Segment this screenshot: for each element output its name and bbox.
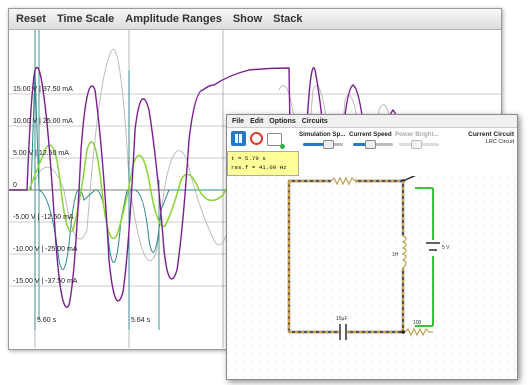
current-circuit-title: Current Circuit: [468, 131, 514, 138]
current-speed-label: Current Speed: [349, 131, 392, 138]
current-speed-thumb[interactable]: [365, 140, 376, 149]
time-label-564: 5.64 s: [131, 317, 151, 324]
inductor-label: 1H: [392, 252, 399, 258]
scale-label-15v: 15.00 V | 37.50 mA: [13, 86, 73, 93]
current-speed-slider[interactable]: Current Speed: [349, 131, 395, 149]
power-brightness-thumb[interactable]: [411, 140, 422, 149]
simulation-speed-thumb[interactable]: [323, 140, 334, 149]
scale-label-zero: 0: [13, 182, 17, 189]
battery-label: 5 V: [442, 245, 450, 251]
reset-button[interactable]: [249, 131, 264, 146]
circuit-simulator-window: File Edit Options Circuits Simulation Sp…: [226, 114, 518, 380]
circuit-canvas[interactable]: 10 5 V 1H: [227, 176, 517, 379]
resonant-frequency-readout: res.f = 41.09 Hz: [231, 164, 287, 171]
menu-circuits[interactable]: Circuits: [302, 118, 328, 125]
time-readout: t = 5.79 s: [231, 155, 266, 162]
menu-file[interactable]: File: [232, 118, 244, 125]
power-brightness-label: Power Bright...: [395, 131, 439, 138]
pause-button[interactable]: [231, 131, 246, 146]
menu-options[interactable]: Options: [269, 118, 295, 125]
menu-edit[interactable]: Edit: [250, 118, 263, 125]
simulation-speed-slider[interactable]: Simulation Sp...: [299, 131, 347, 149]
reset-icon: [250, 132, 263, 145]
scale-label-neg10v: -10.00 V | -25.00 mA: [13, 246, 78, 253]
scale-label-5v: 5.00 V | 12.50 mA: [13, 150, 69, 157]
export-icon: [280, 144, 285, 149]
menu-stack[interactable]: Stack: [273, 13, 302, 25]
resistor-top-label: 10: [340, 176, 346, 177]
simulation-speed-label: Simulation Sp...: [299, 131, 346, 138]
scale-labels: 15.00 V | 37.50 mA 10.00 V | 25.00 mA 5.…: [13, 86, 151, 324]
time-label-560: 5.60 s: [37, 317, 57, 324]
menu-reset[interactable]: Reset: [16, 13, 46, 25]
menu-amplitude-ranges[interactable]: Amplitude Ranges: [125, 13, 222, 25]
power-brightness-slider[interactable]: Power Bright...: [395, 131, 441, 149]
scale-label-10v: 10.00 V | 25.00 mA: [13, 118, 73, 125]
circuit-menubar: File Edit Options Circuits: [227, 115, 517, 128]
menu-show[interactable]: Show: [233, 13, 262, 25]
capacitor-label: 15µF: [336, 316, 348, 322]
resistor-bottom-label: 100: [413, 320, 422, 326]
export-image-button[interactable]: [267, 133, 285, 149]
current-circuit-name: LRC Circuit: [485, 139, 514, 145]
menu-time-scale[interactable]: Time Scale: [57, 13, 114, 25]
scale-label-neg15v: -15.00 V | -37.50 mA: [13, 278, 78, 285]
scale-label-neg5v: -5.00 V | -12.50 mA: [13, 214, 74, 221]
scope-menubar: Reset Time Scale Amplitude Ranges Show S…: [9, 9, 501, 30]
info-box: t = 5.79 s res.f = 41.09 Hz: [227, 151, 299, 176]
